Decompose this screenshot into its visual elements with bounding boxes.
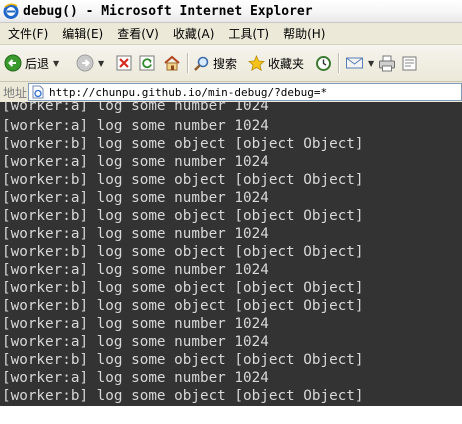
log-line: [worker:a] log some number 1024 bbox=[2, 316, 269, 332]
log-line: [worker:b] log some object [object Objec… bbox=[2, 208, 364, 224]
log-line: [worker:b] log some object [object Objec… bbox=[2, 298, 364, 314]
mail-button[interactable]: ▼ bbox=[345, 52, 374, 74]
log-line: [worker:b] log some object [object Objec… bbox=[2, 172, 364, 188]
back-arrow-icon bbox=[4, 54, 22, 72]
page-icon bbox=[32, 85, 44, 99]
page-bottom bbox=[0, 406, 462, 424]
printer-icon bbox=[379, 55, 395, 71]
log-line: [worker:b] log some object [object Objec… bbox=[2, 388, 364, 404]
title-bar: debug() - Microsoft Internet Explorer bbox=[0, 0, 462, 23]
mail-icon bbox=[346, 57, 363, 69]
menu-view[interactable]: 查看(V) bbox=[117, 25, 159, 42]
log-line: [worker:b] log some object [object Objec… bbox=[2, 244, 364, 260]
history-button[interactable] bbox=[315, 52, 332, 74]
menu-edit[interactable]: 编辑(E) bbox=[62, 25, 103, 42]
log-line: [worker:a] log some number 1024 bbox=[2, 118, 269, 134]
edit-page-button[interactable] bbox=[401, 52, 418, 74]
menu-file[interactable]: 文件(F) bbox=[8, 25, 48, 42]
menu-tools[interactable]: 工具(T) bbox=[228, 25, 269, 42]
menu-help[interactable]: 帮助(H) bbox=[283, 25, 325, 42]
window-title: debug() - Microsoft Internet Explorer bbox=[23, 3, 313, 19]
log-line: [worker:b] log some object [object Objec… bbox=[2, 136, 364, 152]
star-icon bbox=[248, 54, 265, 71]
back-label: 后退 bbox=[25, 56, 50, 71]
menu-bar: 文件(F) 编辑(E) 查看(V) 收藏(A) 工具(T) 帮助(H) bbox=[0, 23, 462, 45]
log-line: [worker:a] log some number 1024 bbox=[2, 334, 269, 350]
log-line: [worker:a] log some number 1024 bbox=[2, 226, 269, 242]
toolbar-separator bbox=[338, 53, 339, 73]
forward-dropdown-icon[interactable]: ▼ bbox=[98, 59, 104, 68]
home-icon bbox=[164, 55, 180, 71]
stop-button[interactable] bbox=[116, 52, 132, 74]
mail-dropdown-icon[interactable]: ▼ bbox=[368, 59, 374, 68]
log-line: [worker:b] log some object [object Objec… bbox=[2, 280, 364, 296]
edit-document-icon bbox=[402, 56, 417, 70]
back-button[interactable]: 后退 ▼ bbox=[4, 52, 59, 74]
log-line: [worker:a] log some number 1024 bbox=[2, 154, 269, 170]
history-icon bbox=[316, 55, 331, 71]
log-line: [worker:b] log some object [object Objec… bbox=[2, 352, 364, 368]
stop-icon bbox=[116, 55, 132, 71]
address-bar: 地址(D) http://chunpu.github.io/min-debug/… bbox=[0, 82, 462, 103]
search-label: 搜索 bbox=[213, 56, 238, 71]
forward-button[interactable]: ▼ bbox=[76, 52, 104, 74]
address-url: http://chunpu.github.io/min-debug/?debug… bbox=[49, 85, 328, 99]
console-output: [worker:a] log some number 1024 [worker:… bbox=[0, 102, 462, 406]
log-line: [worker:a] log some number 1024 bbox=[2, 190, 269, 206]
toolbar: 后退 ▼ ▼ 搜索 收藏夹 ▼ bbox=[0, 45, 462, 82]
refresh-button[interactable] bbox=[139, 52, 155, 74]
print-button[interactable] bbox=[378, 52, 396, 74]
favorites-label: 收藏夹 bbox=[268, 56, 305, 71]
menu-favorites[interactable]: 收藏(A) bbox=[173, 25, 215, 42]
home-button[interactable] bbox=[163, 52, 181, 74]
forward-arrow-icon bbox=[76, 54, 94, 72]
search-icon bbox=[194, 56, 209, 71]
log-line: [worker:a] log some number 1024 bbox=[2, 262, 269, 278]
back-dropdown-icon[interactable]: ▼ bbox=[53, 59, 59, 68]
log-line: [worker:a] log some number 1024 bbox=[2, 102, 269, 114]
search-button[interactable]: 搜索 bbox=[193, 52, 237, 74]
log-line: [worker:a] log some number 1024 bbox=[2, 370, 269, 386]
address-input[interactable]: http://chunpu.github.io/min-debug/?debug… bbox=[28, 83, 462, 101]
favorites-button[interactable]: 收藏夹 bbox=[248, 52, 304, 74]
internet-explorer-icon bbox=[3, 3, 19, 19]
refresh-icon bbox=[139, 55, 155, 71]
toolbar-separator bbox=[187, 53, 188, 73]
